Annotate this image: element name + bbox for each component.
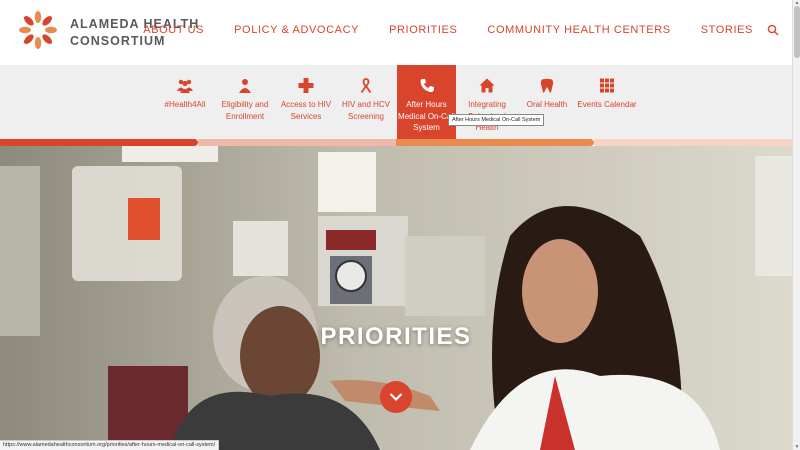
main-nav: ABOUT US POLICY & ADVOCACY PRIORITIES CO… [113,22,792,38]
subnav-integrating-behavioral-health[interactable]: Integrating Behavioral Health [462,65,512,139]
subnav-after-hours-on-call[interactable]: After Hours Medical On-Call System [397,65,456,139]
subnav-label: Screening [347,111,385,121]
color-bar-segment [0,139,198,146]
subnav-label: Access to HIV [280,100,332,109]
subnav-label: Eligibility and [221,100,269,109]
priorities-subnav: #Health4All Eligibility and Enrollment A… [0,65,792,139]
phone-icon [420,79,434,93]
subnav-label: Services [290,111,322,121]
subnav-label: #Health4All [164,100,206,109]
nav-community-health-centers[interactable]: COMMUNITY HEALTH CENTERS [487,24,670,36]
scroll-down-button[interactable] [380,381,412,413]
subnav-health4all[interactable]: #Health4All [159,65,211,139]
search-icon[interactable] [767,24,779,36]
subnav-access-hiv-services[interactable]: Access to HIV Services [278,65,334,139]
nav-stories[interactable]: STORIES [701,24,753,36]
chevron-down-icon [389,393,403,402]
people-group-icon [177,79,193,93]
awareness-ribbon-icon [360,78,372,93]
site-header: ALAMEDA HEALTH CONSORTIUM ABOUT US POLIC… [0,0,792,65]
nav-priorities[interactable]: PRIORITIES [389,24,457,36]
sunburst-people-logo[interactable] [17,9,59,51]
calendar-grid-icon [600,78,614,93]
nav-about-us[interactable]: ABOUT US [143,24,204,36]
subnav-label: After Hours [406,100,447,109]
nav-policy-advocacy[interactable]: POLICY & ADVOCACY [234,24,359,36]
color-bar-segment [198,139,396,146]
medical-cross-icon [298,78,314,93]
subnav-eligibility-enrollment[interactable]: Eligibility and Enrollment [216,65,274,139]
color-bar-segment [594,139,792,146]
home-icon [479,78,495,93]
subnav-oral-health[interactable]: Oral Health [522,65,572,139]
page-scrollbar[interactable]: ▲ ▼ [792,0,800,450]
subnav-label: Enrollment [225,111,265,121]
person-icon [239,79,251,93]
subnav-label: Events Calendar [577,100,637,109]
color-bar-segment [396,139,594,146]
hero-banner: PRIORITIES [0,146,792,450]
scroll-thumb[interactable] [794,6,800,58]
subnav-label: Integrating [468,100,506,109]
subnav-hiv-hcv-screening[interactable]: HIV and HCV Screening [340,65,392,139]
tooth-icon [540,78,554,93]
hero-title: PRIORITIES [320,323,472,350]
subnav-events-calendar[interactable]: Events Calendar [577,65,637,139]
scroll-down-arrow-icon[interactable]: ▼ [793,444,800,450]
tooltip: After Hours Medical On-Call System [448,114,545,126]
subnav-label: HIV and HCV [341,100,391,109]
color-bar [0,139,792,146]
subnav-label: Oral Health [526,100,568,109]
status-bar-url: https://www.alamedahealthconsortium.org/… [0,440,220,450]
